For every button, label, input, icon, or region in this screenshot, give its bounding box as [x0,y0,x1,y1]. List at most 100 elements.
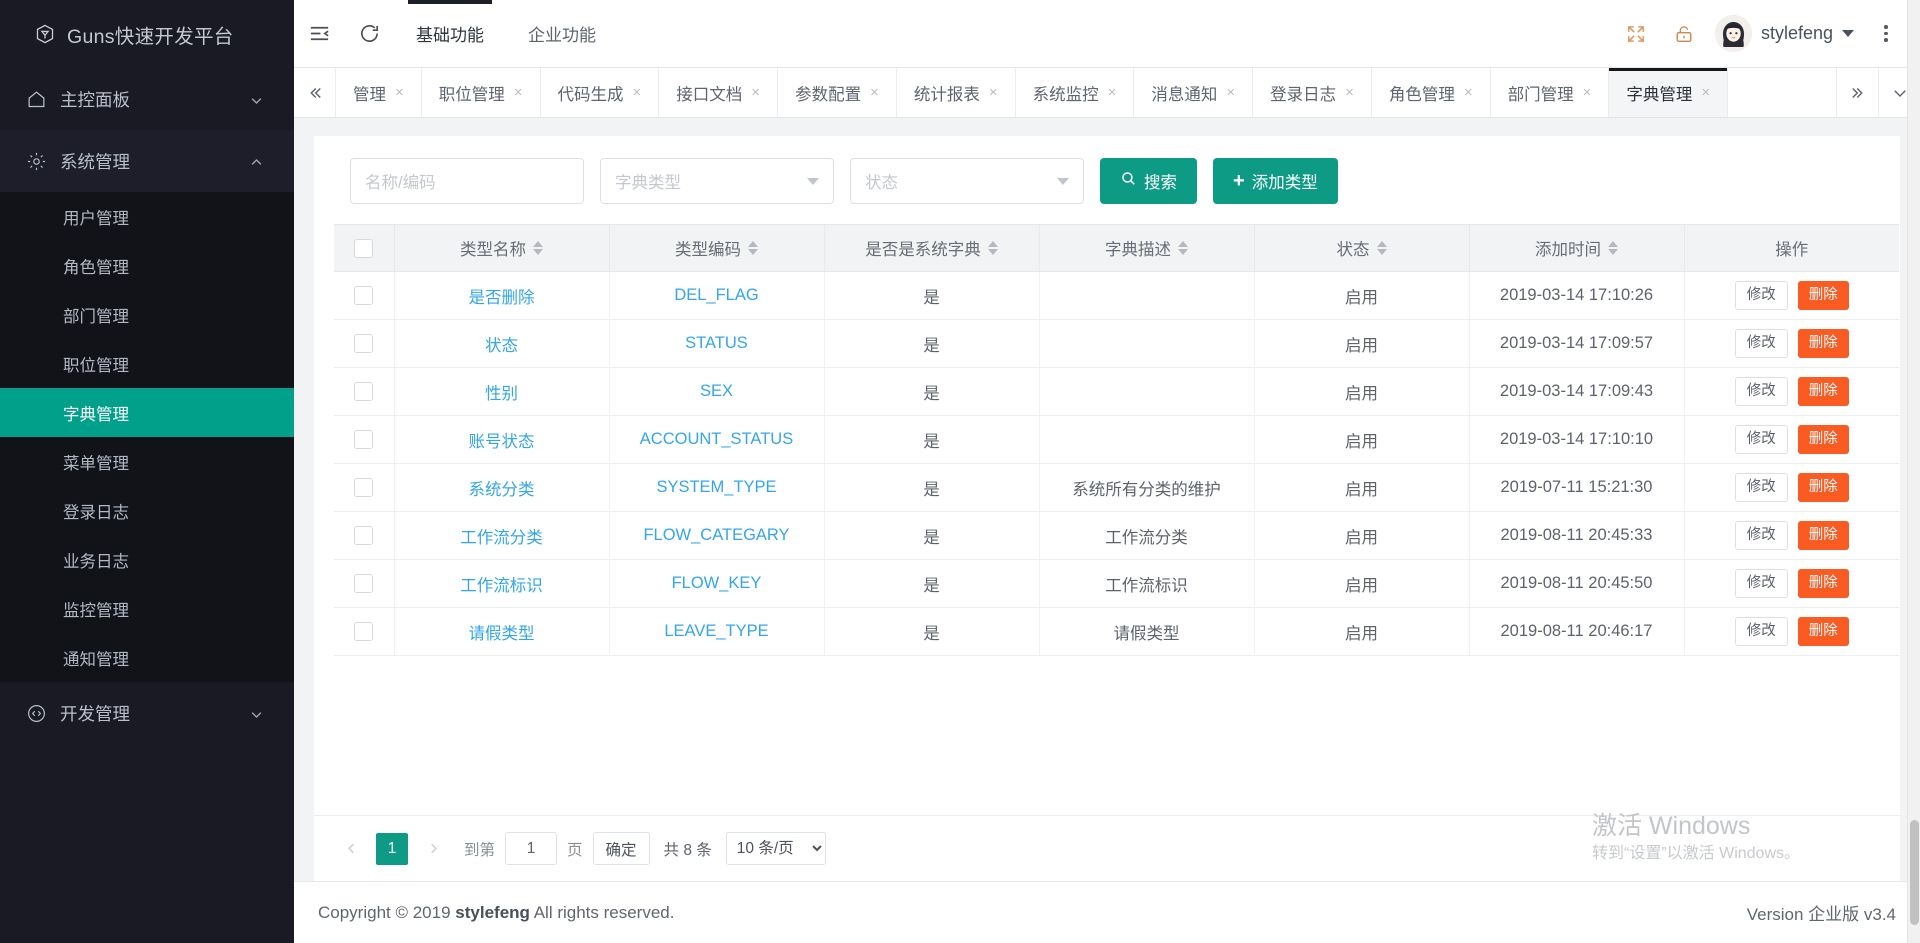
edit-button[interactable]: 修改 [1734,328,1788,359]
confirm-page-button[interactable]: 确定 [592,832,650,865]
row-checkbox[interactable] [354,622,374,642]
type-name-link[interactable]: 请假类型 [469,625,535,643]
tab-close-icon[interactable]: × [751,85,760,100]
col-description[interactable]: 字典描述 [1038,224,1254,272]
type-code-link[interactable]: SYSTEM_TYPE [656,478,776,496]
goto-page-input[interactable] [505,832,558,865]
row-checkbox[interactable] [354,478,374,498]
tab-close-icon[interactable]: × [1108,85,1117,100]
tab-login-log[interactable]: 登录日志 × [1253,68,1372,117]
sidebar-item-position-management[interactable]: 职位管理 [0,339,294,388]
user-menu[interactable]: stylefeng [1709,0,1864,68]
table-row[interactable]: 请假类型 LEAVE_TYPE 是请假类型 启用 2019-08-11 20:46:17… [334,607,1899,656]
type-code-link[interactable]: ACCOUNT_STATUS [640,430,793,448]
table-row[interactable]: 账号状态 ACCOUNT_STATUS 是 启用 2019-03-14 17:10:10… [334,415,1899,464]
tab-department-management[interactable]: 部门管理 × [1491,68,1610,117]
tab-close-icon[interactable]: × [395,85,404,100]
edit-button[interactable]: 修改 [1734,280,1788,311]
type-code-link[interactable]: SEX [700,382,733,400]
type-code-link[interactable]: FLOW_KEY [672,574,762,592]
delete-button[interactable]: 删除 [1797,424,1849,455]
top-menu-enterprise[interactable]: 企业功能 [506,0,618,68]
sidebar-item-business-log[interactable]: 业务日志 [0,535,294,584]
tab-position-management[interactable]: 职位管理 × [422,68,541,117]
row-checkbox[interactable] [354,382,374,402]
col-is-system[interactable]: 是否是系统字典 [823,224,1039,272]
tab-close-icon[interactable]: × [514,85,523,100]
menu-collapse-icon[interactable] [294,0,344,68]
edit-button[interactable]: 修改 [1734,472,1788,503]
row-checkbox[interactable] [354,526,374,546]
col-created-at[interactable]: 添加时间 [1468,224,1684,272]
delete-button[interactable]: 删除 [1797,328,1849,359]
scrollbar-thumb[interactable] [1910,820,1919,925]
tab-close-icon[interactable]: × [1226,85,1235,100]
tab-code-generation[interactable]: 代码生成 × [541,68,660,117]
edit-button[interactable]: 修改 [1734,520,1788,551]
table-row[interactable]: 是否删除 DEL_FLAG 是启用 2019-03-14 17:10:26 修改 删除 [334,271,1899,320]
sidebar-item-department-management[interactable]: 部门管理 [0,290,294,339]
col-status[interactable]: 状态 [1253,224,1469,272]
tab-statistics-report[interactable]: 统计报表 × [897,68,1016,117]
delete-button[interactable]: 删除 [1797,280,1849,311]
row-checkbox[interactable] [354,574,374,594]
add-type-button[interactable]: + 添加类型 [1213,158,1338,204]
tab-api-docs[interactable]: 接口文档 × [659,68,779,117]
type-code-link[interactable]: DEL_FLAG [674,286,758,304]
tab-message-notification[interactable]: 消息通知 × [1134,68,1254,117]
tab-dictionary-management[interactable]: 字典管理 × [1609,68,1729,117]
sort-icon[interactable] [1178,241,1188,255]
tab-parameter-config[interactable]: 参数配置 × [778,68,897,117]
type-name-link[interactable]: 性别 [485,385,518,403]
sort-icon[interactable] [1376,241,1387,255]
edit-button[interactable]: 修改 [1734,616,1788,647]
delete-button[interactable]: 删除 [1797,472,1849,503]
tab-close-icon[interactable]: × [870,85,879,100]
sidebar-item-monitor-management[interactable]: 监控管理 [0,584,294,633]
tabs-scroll-right-button[interactable] [1836,68,1878,117]
table-row[interactable]: 性别 SEX 是启用 2019-03-14 17:09:43 修改 删除 [334,367,1899,416]
delete-button[interactable]: 删除 [1797,568,1849,599]
chevron-right-icon[interactable] [418,833,448,865]
tab-system-monitor[interactable]: 系统监控 × [1016,68,1135,117]
table-row[interactable]: 状态 STATUS 是启用 2019-03-14 17:09:57 修改 删除 [334,319,1899,368]
sidebar-item-dictionary-management[interactable]: 字典管理 [0,388,294,437]
type-name-link[interactable]: 工作流标识 [460,577,543,595]
refresh-icon[interactable] [344,0,394,68]
tab-guanli[interactable]: 管理 × [336,68,422,117]
sort-icon[interactable] [987,241,998,255]
brand-logo[interactable]: Guns快速开发平台 [0,0,294,68]
sidebar-item-user-management[interactable]: 用户管理 [0,192,294,241]
type-name-link[interactable]: 状态 [485,337,518,355]
tab-role-management[interactable]: 角色管理 × [1372,68,1491,117]
more-vertical-icon[interactable] [1866,0,1906,68]
page-size-select[interactable]: 10 条/页20 条/页50 条/页100 条/页 [725,832,826,865]
col-type-name[interactable]: 类型名称 [393,224,609,272]
tab-close-icon[interactable]: × [1345,85,1354,100]
col-type-code[interactable]: 类型编码 [608,224,824,272]
tab-close-icon[interactable]: × [1701,85,1710,100]
edit-button[interactable]: 修改 [1734,568,1788,599]
search-button[interactable]: 搜索 [1100,158,1197,204]
table-row[interactable]: 系统分类 SYSTEM_TYPE 是系统所有分类的维护 启用 2019-07-11 15… [334,463,1899,512]
chevron-left-icon[interactable] [336,833,366,865]
tab-close-icon[interactable]: × [1583,85,1592,100]
tab-close-icon[interactable]: × [989,85,998,100]
delete-button[interactable]: 删除 [1797,616,1849,647]
sidebar-item-login-log[interactable]: 登录日志 [0,486,294,535]
edit-button[interactable]: 修改 [1734,424,1788,455]
type-name-link[interactable]: 系统分类 [469,481,535,499]
sort-icon[interactable] [748,241,758,255]
table-row[interactable]: 工作流分类 FLOW_CATEGARY 是工作流分类 启用 2019-08-11 20:… [334,511,1899,560]
type-code-link[interactable]: STATUS [685,334,748,352]
type-code-link[interactable]: LEAVE_TYPE [664,622,768,640]
sidebar-group-system[interactable]: 系统管理 [0,130,294,192]
type-name-link[interactable]: 账号状态 [469,433,535,451]
dict-type-select[interactable]: 字典类型 [600,158,834,204]
select-all-checkbox[interactable] [354,238,374,258]
lock-icon[interactable] [1661,0,1707,68]
tab-close-icon[interactable]: × [1464,85,1473,100]
table-row[interactable]: 工作流标识 FLOW_KEY 是工作流标识 启用 2019-08-11 20:45:50… [334,559,1899,608]
page-number-1[interactable]: 1 [376,832,408,865]
tabs-scroll-left-button[interactable] [294,68,336,117]
